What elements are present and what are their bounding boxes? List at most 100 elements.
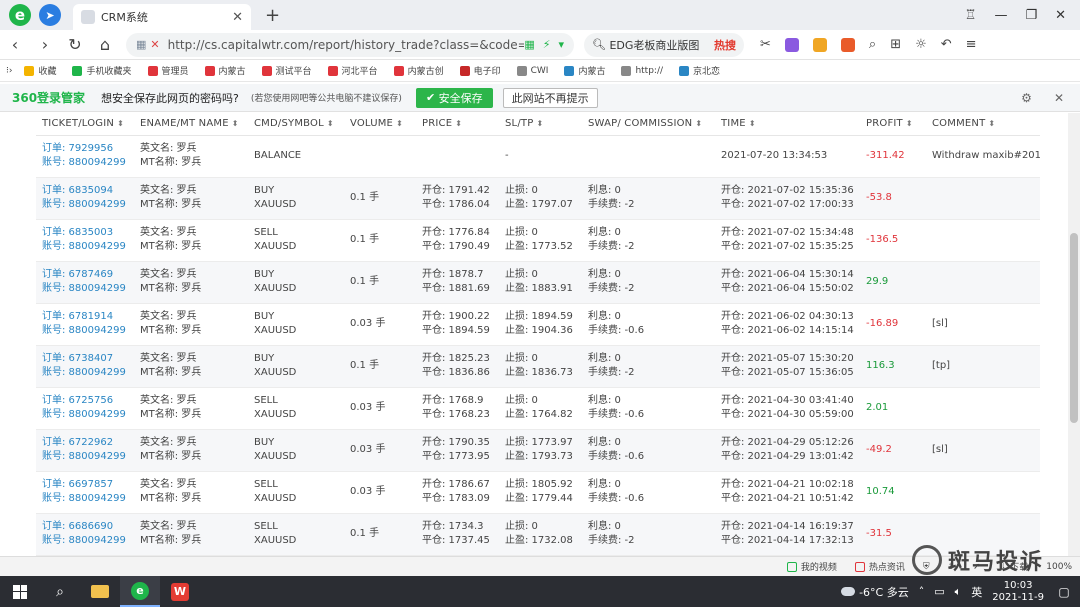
ticket-number[interactable]: 订单: 6835094	[42, 184, 134, 198]
weather-widget[interactable]: -6°C 多云	[841, 584, 909, 600]
login-account[interactable]: 账号: 880094299	[42, 282, 134, 296]
ticket-number[interactable]: 订单: 6686690	[42, 520, 134, 534]
bookmark-item[interactable]: 内蒙古	[204, 64, 246, 77]
login-account[interactable]: 账号: 880094299	[42, 156, 134, 170]
column-header[interactable]: SWAP/ COMMISSION ⬍	[582, 113, 715, 136]
flash-icon[interactable]: ⚡	[543, 38, 551, 51]
login-account[interactable]: 账号: 880094299	[42, 534, 134, 548]
login-account[interactable]: 账号: 880094299	[42, 324, 134, 338]
hot-search-badge[interactable]: 热搜	[714, 37, 736, 53]
sort-icon[interactable]: ⬍	[695, 119, 702, 128]
login-account[interactable]: 账号: 880094299	[42, 408, 134, 422]
undo-icon[interactable]: ↶	[941, 37, 952, 52]
new-tab-icon[interactable]: +	[265, 5, 280, 26]
url-text[interactable]: http://cs.capitalwtr.com/report/history_…	[168, 38, 525, 52]
restore-icon[interactable]: ❐	[1025, 8, 1037, 23]
column-header[interactable]: PRICE ⬍	[416, 113, 499, 136]
scrollbar-thumb[interactable]	[1070, 233, 1078, 423]
network-icon[interactable]: ▭	[934, 585, 944, 598]
bookmark-item[interactable]: 测试平台	[261, 64, 312, 77]
start-button[interactable]	[0, 584, 40, 599]
sort-icon[interactable]: ⬍	[536, 119, 543, 128]
ticket-number[interactable]: 订单: 6697857	[42, 478, 134, 492]
close-window-icon[interactable]: ✕	[1055, 8, 1066, 23]
ticket-number[interactable]: 订单: 6725756	[42, 394, 134, 408]
brightness-icon[interactable]: ☼	[915, 37, 927, 52]
grid-icon[interactable]: ▦	[524, 38, 534, 51]
bookmark-item[interactable]: 收藏	[24, 64, 56, 77]
sort-icon[interactable]: ⬍	[117, 119, 124, 128]
hot-news-item[interactable]: 热点资讯	[854, 560, 905, 573]
shirt-skin-icon[interactable]: ♖	[965, 8, 977, 23]
bookmark-item[interactable]: 内蒙古创	[393, 64, 444, 77]
bookmark-item[interactable]: 手机收藏夹	[72, 64, 132, 77]
navigate-icon[interactable]: ➤	[39, 4, 61, 26]
column-header[interactable]: SL/TP ⬍	[499, 113, 582, 136]
bookmark-item[interactable]: 京北恋	[679, 64, 720, 77]
reload-icon[interactable]: ↻	[60, 35, 90, 54]
volume-icon[interactable]: 🔈︎	[955, 585, 962, 599]
sort-icon[interactable]: ⬍	[232, 119, 239, 128]
taskbar-search-icon[interactable]: ⌕	[40, 576, 80, 607]
vertical-scrollbar[interactable]	[1068, 113, 1080, 556]
ticket-number[interactable]: 订单: 6787469	[42, 268, 134, 282]
column-header[interactable]: COMMENT ⬍	[926, 113, 1040, 136]
bookmark-item[interactable]: 河北平台	[327, 64, 378, 77]
bookmark-item[interactable]: http://	[621, 65, 663, 76]
wps-taskbar-button[interactable]: W	[160, 576, 200, 607]
dropdown-icon[interactable]: ▾	[558, 38, 564, 51]
file-explorer-button[interactable]	[80, 576, 120, 607]
sort-icon[interactable]: ⬍	[906, 119, 913, 128]
safe-save-button[interactable]: ✔ 安全保存	[415, 87, 493, 108]
address-bar[interactable]: ▦ ✕ http://cs.capitalwtr.com/report/hist…	[126, 32, 574, 57]
sort-icon[interactable]: ⬍	[749, 119, 756, 128]
insecure-icon[interactable]: ✕	[150, 38, 159, 51]
sort-icon[interactable]: ⬍	[396, 119, 403, 128]
close-tab-icon[interactable]: ✕	[232, 10, 243, 25]
ticket-number[interactable]: 订单: 6835003	[42, 226, 134, 240]
ime-indicator[interactable]: 英	[971, 584, 982, 600]
never-prompt-button[interactable]: 此网站不再提示	[502, 87, 598, 108]
game-extension-icon[interactable]	[840, 37, 855, 52]
column-header[interactable]: ENAME/MT NAME ⬍	[134, 113, 248, 136]
shield-extension-icon[interactable]	[812, 37, 827, 52]
search-text[interactable]: EDG老板商业版图	[609, 37, 699, 53]
login-account[interactable]: 账号: 880094299	[42, 240, 134, 254]
ticket-number[interactable]: 订单: 6781914	[42, 310, 134, 324]
bookmark-item[interactable]: 内蒙古	[564, 64, 605, 77]
ticket-number[interactable]: 订单: 7929956	[42, 142, 134, 156]
bookmark-item[interactable]: 电子印	[459, 64, 501, 77]
scissors-icon[interactable]: ✂	[760, 37, 771, 52]
menu-icon[interactable]: ≡	[966, 37, 977, 52]
notification-icon[interactable]: ▢	[1054, 585, 1074, 599]
search-tool-icon[interactable]: ⌕	[869, 37, 876, 52]
ticket-number[interactable]: 订单: 6738407	[42, 352, 134, 366]
column-header[interactable]: TIME ⬍	[715, 113, 860, 136]
bookmark-item[interactable]: 管理员	[147, 64, 189, 77]
close-bar-icon[interactable]: ✕	[1054, 91, 1064, 105]
column-header[interactable]: TICKET/LOGIN ⬍	[36, 113, 134, 136]
settings-gear-icon[interactable]: ⚙	[1021, 91, 1032, 105]
forward-icon[interactable]: ›	[30, 35, 60, 54]
my-videos-item[interactable]: 我的视频	[786, 560, 837, 573]
tab-crm[interactable]: CRM系统 ✕	[73, 4, 251, 30]
column-header[interactable]: VOLUME ⬍	[344, 113, 416, 136]
tray-overflow-icon[interactable]: ˄	[919, 585, 925, 598]
home-icon[interactable]: ⌂	[90, 35, 120, 54]
bookmark-item[interactable]: CWI	[516, 65, 548, 76]
zoom-level[interactable]: 100%	[1046, 562, 1072, 572]
search-box[interactable]: 🔍︎ EDG老板商业版图 热搜	[584, 32, 744, 57]
sort-icon[interactable]: ⬍	[327, 119, 334, 128]
login-account[interactable]: 账号: 880094299	[42, 450, 134, 464]
site-info-icon[interactable]: ▦	[136, 38, 146, 51]
sort-icon[interactable]: ⬍	[988, 119, 995, 128]
column-header[interactable]: PROFIT ⬍	[860, 113, 926, 136]
login-account[interactable]: 账号: 880094299	[42, 492, 134, 506]
column-header[interactable]: CMD/SYMBOL ⬍	[248, 113, 344, 136]
back-icon[interactable]: ‹	[0, 35, 30, 54]
login-account[interactable]: 账号: 880094299	[42, 198, 134, 212]
browser-taskbar-button[interactable]: e	[120, 576, 160, 607]
minimize-icon[interactable]: —	[994, 8, 1007, 23]
taskbar-clock[interactable]: 10:03 2021-11-9	[992, 580, 1044, 604]
extension-icon[interactable]	[784, 37, 799, 52]
